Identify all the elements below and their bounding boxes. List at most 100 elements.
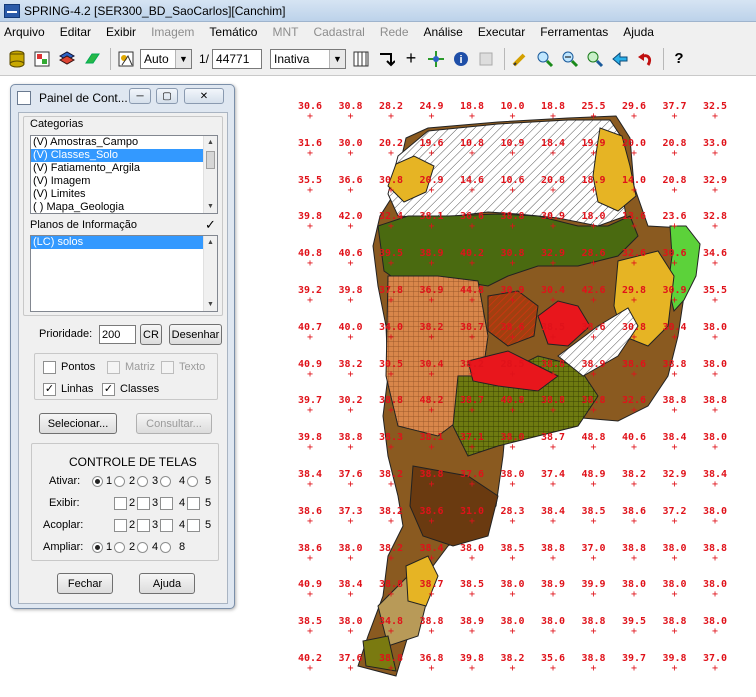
exibir-checkbox-2[interactable] (114, 497, 127, 510)
exibir-checkbox-5[interactable] (187, 497, 200, 510)
ampliar-radio-4[interactable] (137, 542, 148, 553)
menu-ferramentas[interactable]: Ferramentas (540, 25, 608, 39)
map-canvas[interactable]: 30.6 +30.8 +28.2 +24.9 +18.8 +10.0 +18.8 +25.5 +… (238, 76, 756, 697)
grid-value: 30.8 + (501, 249, 525, 269)
scroll-up-icon[interactable]: ▲ (204, 236, 217, 249)
help-icon[interactable]: ? (668, 48, 690, 70)
ativar-radio-5[interactable] (187, 476, 198, 487)
scroll-down-icon[interactable]: ▼ (204, 200, 217, 213)
zoom-out-icon[interactable] (559, 48, 581, 70)
matriz-checkbox[interactable] (107, 361, 120, 374)
drawing-tool-icon[interactable] (115, 48, 137, 70)
ativar-radio-2[interactable] (114, 476, 125, 487)
undo-icon[interactable] (634, 48, 656, 70)
list-item[interactable]: (V) Imagem (31, 175, 217, 188)
pontos-checkbox[interactable] (43, 361, 56, 374)
scale-mode-select[interactable]: Auto ▼ (140, 48, 192, 69)
menu-analise[interactable]: Análise (424, 25, 463, 39)
grid-value: 38.2 + (420, 322, 444, 342)
acoplar-checkbox-4[interactable] (160, 519, 173, 532)
layers-icon[interactable] (56, 48, 78, 70)
menu-tematico[interactable]: Temático (209, 25, 257, 39)
close-button[interactable]: ✕ (184, 88, 224, 104)
database-icon[interactable] (6, 48, 28, 70)
menu-arquivo[interactable]: Arquivo (4, 25, 45, 39)
menu-mnt[interactable]: MNT (272, 25, 298, 39)
grid-value: 38.9 + (582, 359, 606, 379)
plus-icon[interactable]: + (400, 48, 422, 70)
planos-checkmark-icon[interactable]: ✓ (205, 218, 218, 231)
ampliar-radio-8[interactable] (160, 542, 171, 553)
ajuda-button[interactable]: Ajuda (139, 573, 195, 594)
menu-ajuda[interactable]: Ajuda (623, 25, 654, 39)
maximize-button[interactable]: ▢ (156, 88, 178, 104)
pan-icon[interactable] (425, 48, 447, 70)
exibir-checkbox-3[interactable] (137, 497, 150, 510)
classes-checkbox[interactable]: ✓ (102, 383, 115, 396)
ativar-radio-1[interactable] (92, 476, 103, 487)
project-icon[interactable] (31, 48, 53, 70)
minimize-button[interactable]: ─ (129, 88, 151, 104)
texto-checkbox[interactable] (161, 361, 174, 374)
menu-editar[interactable]: Editar (60, 25, 91, 39)
scroll-thumb[interactable] (206, 151, 215, 169)
scale-input[interactable]: 44771 (212, 48, 263, 69)
acoplar-checkbox-3[interactable] (137, 519, 150, 532)
prioridade-input[interactable]: 200 (99, 325, 136, 344)
ativar-label: Ativar: (49, 475, 81, 487)
query-disabled-icon[interactable] (475, 48, 497, 70)
ativar-radio-3[interactable] (137, 476, 148, 487)
grid-point-marker: + (428, 405, 435, 417)
scroll-down-icon[interactable]: ▼ (204, 298, 217, 311)
arrow-down-right-icon[interactable] (375, 48, 397, 70)
zoom-in-icon[interactable] (534, 48, 556, 70)
menu-rede[interactable]: Rede (380, 25, 409, 39)
layer-mode-select[interactable]: Inativa ▼ (270, 48, 347, 69)
grid-value: 24.9 + (420, 102, 444, 122)
ampliar-radio-2[interactable] (114, 542, 125, 553)
grid-point-marker: + (550, 258, 557, 270)
consultar-button[interactable]: Consultar... (136, 413, 212, 434)
cr-button[interactable]: CR (140, 324, 162, 345)
menu-executar[interactable]: Executar (478, 25, 525, 39)
selecionar-button[interactable]: Selecionar... (39, 413, 117, 434)
grid-point-marker: + (428, 258, 435, 270)
panel-title-bar[interactable]: Painel de Cont... ─ ▢ ✕ (11, 85, 234, 111)
acoplar-checkbox-2[interactable] (114, 519, 127, 532)
list-item[interactable]: (V) Limites (31, 188, 217, 201)
eraser-icon[interactable] (81, 48, 103, 70)
zoom-area-icon[interactable] (584, 48, 606, 70)
categories-list[interactable]: (V) Amostras_Campo (V) Classes_Solo (V) … (30, 135, 218, 214)
fechar-button[interactable]: Fechar (57, 573, 113, 594)
menu-exibir[interactable]: Exibir (106, 25, 136, 39)
list-item[interactable]: (V) Classes_Solo (31, 149, 217, 162)
scale-mode-value: Auto (144, 51, 169, 66)
desenhar-button[interactable]: Desenhar (169, 324, 222, 345)
pencil-icon[interactable] (509, 48, 531, 70)
list-item[interactable]: ( ) Mapa_Geologia (31, 201, 217, 213)
ampliar-radio-1[interactable] (92, 542, 103, 553)
menu-imagem[interactable]: Imagem (151, 25, 194, 39)
grid-point-marker: + (590, 405, 597, 417)
planos-scrollbar[interactable]: ▲ ▼ (203, 236, 217, 311)
grid-value: 37.0 + (582, 543, 606, 563)
grid-value-text: 32.9 (703, 174, 728, 186)
info-icon[interactable]: i (450, 48, 472, 70)
grid-value: 28.6 + (582, 249, 606, 269)
acoplar-checkbox-5[interactable] (187, 519, 200, 532)
grid-tool-icon[interactable] (350, 48, 372, 70)
list-item[interactable]: (V) Amostras_Campo (31, 136, 217, 149)
grid-point-marker: + (347, 552, 354, 564)
back-arrow-icon[interactable] (609, 48, 631, 70)
scroll-up-icon[interactable]: ▲ (204, 136, 217, 149)
linhas-checkbox[interactable]: ✓ (43, 383, 56, 396)
grid-value: 38.9 + (420, 249, 444, 270)
menu-cadastral[interactable]: Cadastral (313, 25, 364, 39)
exibir-checkbox-4[interactable] (160, 497, 173, 510)
matriz-label: Matriz (125, 361, 155, 373)
list-item[interactable]: (LC) solos (31, 236, 217, 249)
ativar-radio-4[interactable] (160, 476, 171, 487)
planos-list[interactable]: (LC) solos ▲ ▼ (30, 235, 218, 312)
list-item[interactable]: (V) Fatiamento_Argila (31, 162, 217, 175)
categories-scrollbar[interactable]: ▲ ▼ (203, 136, 217, 213)
